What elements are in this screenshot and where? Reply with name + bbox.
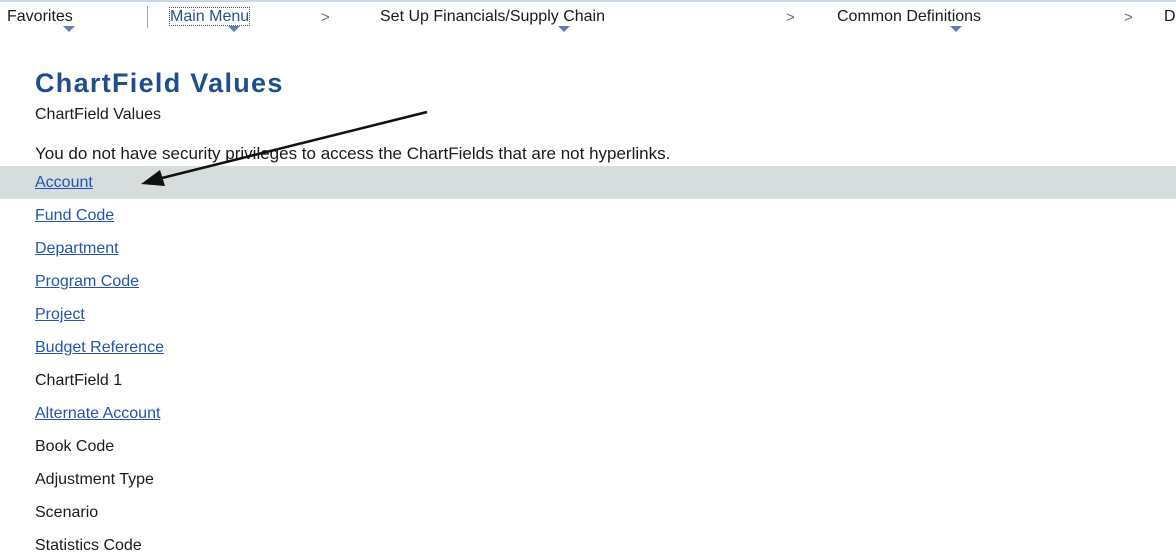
- chartfield-row-account: Account: [0, 166, 1176, 199]
- chartfield-row-budget-reference: Budget Reference: [0, 331, 1176, 364]
- favorites-dropdown-icon[interactable]: [63, 26, 75, 32]
- nav-divider: [147, 6, 148, 28]
- security-notice: You do not have security privileges to a…: [35, 144, 671, 163]
- chartfield-row-program-code: Program Code: [0, 265, 1176, 298]
- chartfield-row-project: Project: [0, 298, 1176, 331]
- breadcrumb-nav: Favorites Main Menu > Set Up Financials/…: [0, 0, 1176, 38]
- setup-financials-dropdown-icon[interactable]: [558, 26, 570, 32]
- adjustment-type-label: Adjustment Type: [35, 471, 154, 488]
- breadcrumb-separator: >: [321, 9, 330, 26]
- chartfield-row-scenario: Scenario: [0, 496, 1176, 529]
- page-subtitle: ChartField Values: [35, 106, 161, 123]
- common-definitions-dropdown-icon[interactable]: [950, 26, 962, 32]
- nav-main-menu-label: Main Menu: [168, 7, 251, 26]
- chartfield-list: Account Fund Code Department Program Cod…: [0, 166, 1176, 555]
- project-link[interactable]: Project: [35, 306, 85, 323]
- scenario-label: Scenario: [35, 504, 99, 521]
- chartfield-row-alternate-account: Alternate Account: [0, 397, 1176, 430]
- nav-next-item[interactable]: D: [1164, 7, 1176, 27]
- department-link[interactable]: Department: [35, 240, 119, 257]
- breadcrumb-separator: >: [786, 9, 795, 26]
- nav-common-definitions[interactable]: Common Definitions: [837, 7, 982, 32]
- nav-main-menu[interactable]: Main Menu: [168, 7, 251, 32]
- budget-reference-link[interactable]: Budget Reference: [35, 339, 164, 356]
- nav-next-item-label: D: [1164, 8, 1176, 25]
- page: Favorites Main Menu > Set Up Financials/…: [0, 0, 1176, 555]
- chartfield-row-statistics-code: Statistics Code: [0, 529, 1176, 555]
- chartfield-1-label: ChartField 1: [35, 372, 123, 389]
- fund-code-link[interactable]: Fund Code: [35, 207, 114, 224]
- nav-common-definitions-label: Common Definitions: [837, 8, 982, 25]
- book-code-label: Book Code: [35, 438, 115, 455]
- nav-setup-financials-label: Set Up Financials/Supply Chain: [380, 8, 606, 25]
- nav-favorites[interactable]: Favorites: [7, 7, 75, 32]
- statistics-code-label: Statistics Code: [35, 537, 142, 554]
- breadcrumb-separator: >: [1124, 9, 1133, 26]
- nav-favorites-label: Favorites: [7, 8, 73, 25]
- chartfield-row-adjustment-type: Adjustment Type: [0, 463, 1176, 496]
- chartfield-row-chartfield-1: ChartField 1: [0, 364, 1176, 397]
- page-title: ChartField Values: [35, 68, 284, 98]
- program-code-link[interactable]: Program Code: [35, 273, 139, 290]
- chartfield-row-book-code: Book Code: [0, 430, 1176, 463]
- alternate-account-link[interactable]: Alternate Account: [35, 405, 160, 422]
- main-menu-dropdown-icon[interactable]: [228, 26, 240, 32]
- chartfield-row-department: Department: [0, 232, 1176, 265]
- nav-setup-financials[interactable]: Set Up Financials/Supply Chain: [380, 7, 606, 32]
- chartfield-row-fund-code: Fund Code: [0, 199, 1176, 232]
- account-link[interactable]: Account: [35, 174, 93, 191]
